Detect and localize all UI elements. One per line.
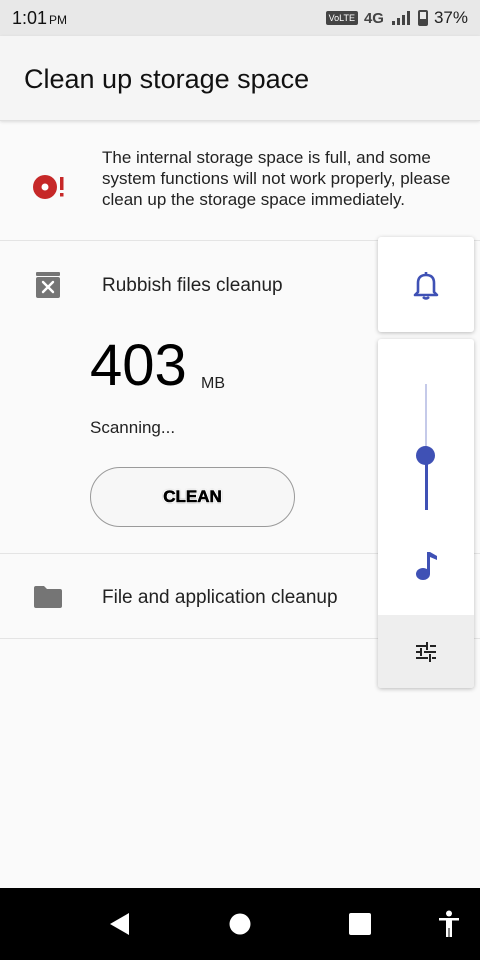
- volume-panel: [378, 339, 474, 688]
- signal-icon: [391, 11, 410, 25]
- trash-icon: [36, 272, 60, 298]
- storage-warning: The internal storage space is full, and …: [0, 121, 480, 241]
- rubbish-size-unit: MB: [201, 375, 225, 392]
- volume-slider-thumb[interactable]: [416, 446, 435, 466]
- folder-icon: [34, 586, 62, 608]
- status-time-ampm: PM: [49, 13, 68, 27]
- navigation-bar: [0, 888, 480, 960]
- back-triangle-icon[interactable]: [108, 912, 130, 936]
- status-time-value: 1:01: [12, 8, 48, 28]
- status-time: 1:01 PM: [12, 8, 67, 29]
- volte-badge: VoLTE: [325, 11, 358, 25]
- rubbish-title[interactable]: Rubbish files cleanup: [102, 275, 283, 297]
- status-bar: 1:01 PM VoLTE 4G 37%: [0, 0, 480, 36]
- rubbish-size-value: 403: [90, 333, 187, 398]
- ringer-mode-button[interactable]: [378, 237, 474, 332]
- music-note-icon: [416, 552, 437, 580]
- storage-warning-icon: [33, 175, 64, 199]
- app-bar: Clean up storage space: [0, 36, 480, 121]
- network-type: 4G: [363, 9, 384, 27]
- home-circle-icon[interactable]: [229, 912, 251, 936]
- recents-square-icon[interactable]: [348, 912, 372, 936]
- accessibility-icon[interactable]: [438, 910, 460, 938]
- page-title: Clean up storage space: [24, 64, 310, 94]
- warning-text: The internal storage space is full, and …: [102, 148, 451, 209]
- battery-percent: 37%: [433, 8, 468, 27]
- status-indicators: VoLTE 4G 37%: [325, 8, 468, 28]
- clean-button[interactable]: CLEAN: [90, 467, 295, 527]
- equalizer-settings-icon: [416, 641, 436, 662]
- file-app-title: File and application cleanup: [102, 587, 338, 608]
- volume-settings-button[interactable]: [378, 615, 474, 688]
- scan-status: Scanning...: [90, 418, 176, 437]
- battery-icon: [417, 10, 428, 26]
- bell-icon: [413, 271, 439, 300]
